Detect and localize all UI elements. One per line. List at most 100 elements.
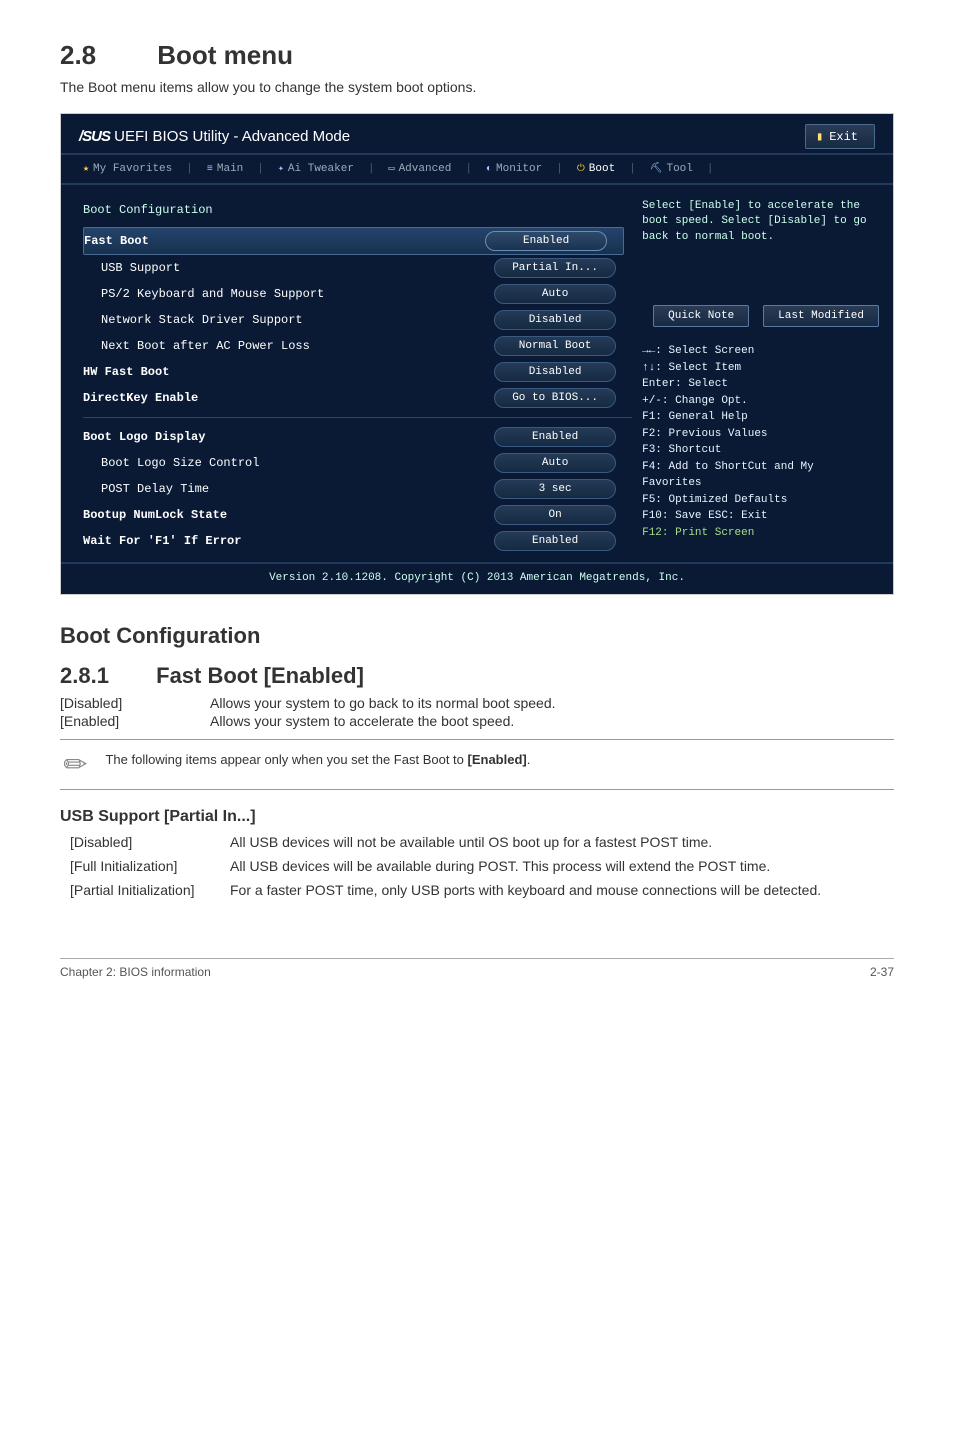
- option-label: Wait For 'F1' If Error: [83, 534, 241, 548]
- option-value[interactable]: Enabled: [485, 231, 607, 251]
- bios-window: /SUS UEFI BIOS Utility - Advanced Mode ▮…: [60, 113, 894, 595]
- bios-options-panel: Boot Configuration Fast Boot Enabled USB…: [61, 185, 632, 562]
- footer-left: Chapter 2: BIOS information: [60, 965, 211, 979]
- subsection-title: Fast Boot [Enabled]: [156, 663, 364, 688]
- kv-enabled: [Enabled] Allows your system to accelera…: [60, 713, 894, 729]
- tab-separator: |: [186, 163, 193, 175]
- option-directkey[interactable]: DirectKey Enable Go to BIOS...: [83, 385, 632, 411]
- option-value[interactable]: Normal Boot: [494, 336, 616, 356]
- tab-separator: |: [465, 163, 472, 175]
- option-ps2-support[interactable]: PS/2 Keyboard and Mouse Support Auto: [83, 281, 632, 307]
- bios-mode-text: UEFI BIOS Utility - Advanced Mode: [110, 128, 350, 145]
- row-full-init: [Full Initialization] All USB devices wi…: [60, 858, 894, 874]
- row-key: [Full Initialization]: [60, 858, 230, 874]
- tab-separator: |: [368, 163, 375, 175]
- option-value[interactable]: Auto: [494, 453, 616, 473]
- option-label: Boot Logo Display: [83, 430, 205, 444]
- note-bold: [Enabled]: [468, 752, 527, 767]
- quick-note-button[interactable]: Quick Note: [653, 305, 749, 327]
- legend-line: Enter: Select: [642, 376, 879, 393]
- option-label: POST Delay Time: [83, 482, 209, 496]
- option-post-delay[interactable]: POST Delay Time 3 sec: [83, 476, 632, 502]
- legend-line: F4: Add to ShortCut and My Favorites: [642, 459, 879, 492]
- legend-line: F12: Print Screen: [642, 525, 879, 542]
- option-value[interactable]: On: [494, 505, 616, 525]
- tool-icon: ⛏: [650, 163, 663, 175]
- note-box: ✎ The following items appear only when y…: [60, 739, 894, 790]
- tab-tweaker-label: Ai Tweaker: [288, 163, 354, 175]
- option-label: Fast Boot: [84, 234, 149, 248]
- help-text: Select [Enable] to accelerate the boot s…: [642, 199, 879, 245]
- tab-separator: |: [556, 163, 563, 175]
- option-label: DirectKey Enable: [83, 391, 198, 405]
- option-label: HW Fast Boot: [83, 365, 169, 379]
- legend-line: F2: Previous Values: [642, 426, 879, 443]
- note-post: .: [527, 752, 531, 767]
- intro-text: The Boot menu items allow you to change …: [60, 79, 894, 95]
- legend-line: F3: Shortcut: [642, 442, 879, 459]
- section-title-text: Boot menu: [157, 40, 293, 70]
- option-wait-f1[interactable]: Wait For 'F1' If Error Enabled: [83, 528, 632, 554]
- option-usb-support[interactable]: USB Support Partial In...: [83, 255, 632, 281]
- tab-favorites[interactable]: ★ My Favorites: [79, 161, 176, 177]
- exit-button[interactable]: ▮ Exit: [805, 124, 875, 149]
- row-value: All USB devices will not be available un…: [230, 834, 894, 850]
- option-fast-boot[interactable]: Fast Boot Enabled: [83, 227, 624, 255]
- legend-line: +/-: Change Opt.: [642, 393, 879, 410]
- bios-tab-bar: ★ My Favorites | ≡ Main | ✦Ai Tweaker | ▭ A…: [61, 155, 893, 185]
- option-value[interactable]: Disabled: [494, 310, 616, 330]
- section-heading: 2.8 Boot menu: [60, 40, 894, 71]
- tab-main-label: Main: [217, 163, 243, 175]
- bios-brand: /SUS UEFI BIOS Utility - Advanced Mode: [79, 128, 350, 145]
- tab-favorites-label: My Favorites: [93, 163, 172, 175]
- option-label: Bootup NumLock State: [83, 508, 227, 522]
- kv-disabled: [Disabled] Allows your system to go back…: [60, 695, 894, 711]
- advanced-icon: ▭: [389, 163, 395, 175]
- bios-help-panel: Select [Enable] to accelerate the boot s…: [632, 185, 893, 562]
- kv-key: [Enabled]: [60, 713, 210, 729]
- option-value[interactable]: Disabled: [494, 362, 616, 382]
- section-number: 2.8: [60, 40, 150, 71]
- tab-monitor[interactable]: ◐Monitor: [482, 161, 546, 177]
- exit-label: Exit: [829, 130, 858, 144]
- note-text: The following items appear only when you…: [105, 748, 530, 767]
- tab-main[interactable]: ≡ Main: [203, 161, 247, 177]
- option-label: Next Boot after AC Power Loss: [83, 339, 310, 353]
- boot-config-heading: Boot Configuration: [60, 623, 894, 649]
- tab-advanced[interactable]: ▭ Advanced: [385, 161, 456, 177]
- legend-line: →←: Select Screen: [642, 343, 879, 360]
- option-value[interactable]: Enabled: [494, 531, 616, 551]
- tab-boot[interactable]: ⏻Boot: [573, 161, 619, 177]
- tab-tweaker[interactable]: ✦Ai Tweaker: [274, 161, 358, 177]
- legend-line: ↑↓: Select Item: [642, 360, 879, 377]
- row-disabled: [Disabled] All USB devices will not be a…: [60, 834, 894, 850]
- option-label: Network Stack Driver Support: [83, 313, 303, 327]
- option-hw-fast-boot[interactable]: HW Fast Boot Disabled: [83, 359, 632, 385]
- last-modified-button[interactable]: Last Modified: [763, 305, 879, 327]
- tab-monitor-label: Monitor: [496, 163, 542, 175]
- row-key: [Disabled]: [60, 834, 230, 850]
- option-value[interactable]: Enabled: [494, 427, 616, 447]
- option-logo-size[interactable]: Boot Logo Size Control Auto: [83, 450, 632, 476]
- option-label: Boot Logo Size Control: [83, 456, 259, 470]
- row-value: All USB devices will be available during…: [230, 858, 894, 874]
- subsection-number: 2.8.1: [60, 663, 150, 689]
- legend-line: F1: General Help: [642, 409, 879, 426]
- option-value[interactable]: 3 sec: [494, 479, 616, 499]
- option-value[interactable]: Partial In...: [494, 258, 616, 278]
- option-logo-display[interactable]: Boot Logo Display Enabled: [83, 424, 632, 450]
- option-value[interactable]: Auto: [494, 284, 616, 304]
- kv-key: [Disabled]: [60, 695, 210, 711]
- star-icon: ★: [83, 163, 89, 175]
- legend-line: F10: Save ESC: Exit: [642, 508, 879, 525]
- option-numlock[interactable]: Bootup NumLock State On: [83, 502, 632, 528]
- option-network-stack[interactable]: Network Stack Driver Support Disabled: [83, 307, 632, 333]
- option-next-boot[interactable]: Next Boot after AC Power Loss Normal Boo…: [83, 333, 632, 359]
- option-label: PS/2 Keyboard and Mouse Support: [83, 287, 324, 301]
- list-icon: ≡: [207, 164, 213, 175]
- exit-icon: ▮: [816, 129, 823, 144]
- tab-advanced-label: Advanced: [399, 163, 452, 175]
- tab-separator: |: [707, 163, 714, 175]
- tab-tool[interactable]: ⛏Tool: [646, 161, 697, 177]
- option-value[interactable]: Go to BIOS...: [494, 388, 616, 408]
